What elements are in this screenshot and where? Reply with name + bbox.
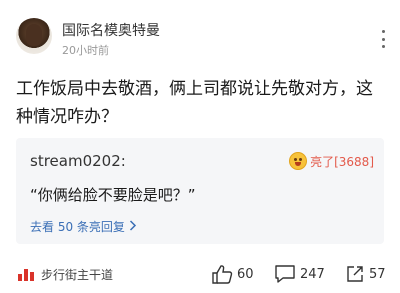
- author-name[interactable]: 国际名模奥特曼: [62, 20, 160, 40]
- laughing-emoji-icon: [289, 152, 308, 170]
- share-count: 57: [369, 266, 386, 282]
- column-tag[interactable]: 步行街主干道: [18, 266, 113, 283]
- post-question[interactable]: 工作饭局中去敬酒，俩上司都说让先敬对方，这种情况咋办？: [16, 75, 386, 131]
- comment-count: 247: [300, 266, 325, 282]
- share-icon: [347, 266, 363, 282]
- share-button[interactable]: 57: [345, 264, 386, 284]
- reply-quote: “你俩给脸不要脸是吧？”: [30, 186, 196, 204]
- chevron-right-icon: [129, 219, 137, 234]
- column-icon: [18, 268, 34, 281]
- reply-username: stream0202:: [30, 152, 126, 170]
- column-label: 步行街主干道: [41, 268, 114, 282]
- more-options-icon[interactable]: [380, 30, 386, 48]
- thumbs-up-icon: [212, 265, 233, 284]
- comment-button[interactable]: 247: [274, 264, 325, 284]
- avatar-face: [26, 24, 42, 46]
- light-label: 亮了[3688]: [310, 154, 374, 169]
- post-footer: 步行街主干道 60 247 57: [0, 262, 400, 290]
- avatar[interactable]: [16, 18, 52, 54]
- more-replies-link[interactable]: 去看 50 条亮回复: [30, 218, 137, 235]
- top-reply-card[interactable]: stream0202: 亮了[3688] “你俩给脸不要脸是吧？” 去看 50 …: [16, 138, 384, 244]
- comment-icon: [275, 265, 295, 283]
- light-count[interactable]: 亮了[3688]: [289, 152, 374, 170]
- like-button[interactable]: 60: [211, 264, 254, 284]
- like-count: 60: [237, 266, 254, 282]
- more-replies-label: 去看 50 条亮回复: [30, 220, 125, 234]
- post-time: 20小时前: [62, 44, 109, 57]
